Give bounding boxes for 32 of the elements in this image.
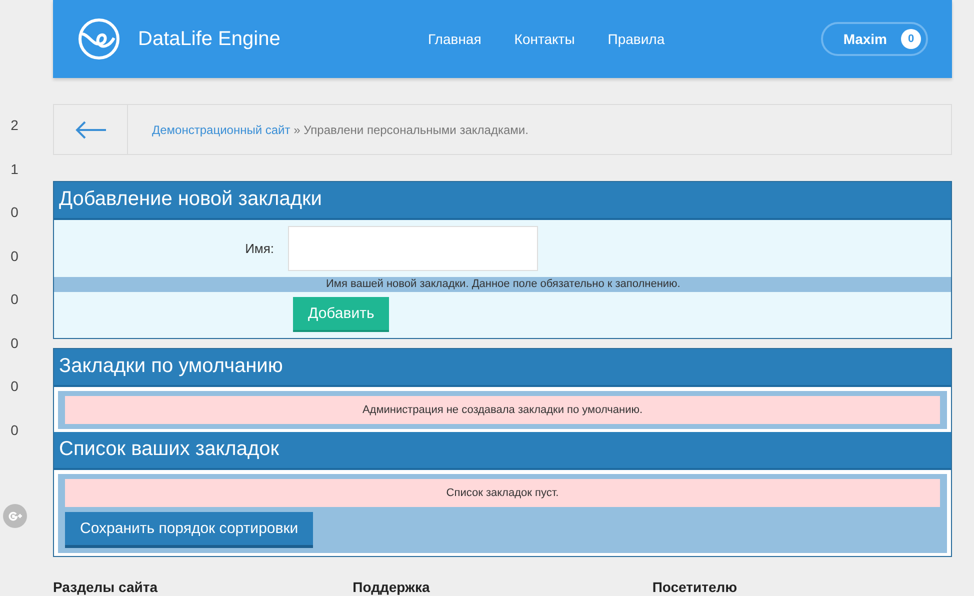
panel-title: Добавление новой закладки [54,182,951,220]
field-label: Имя: [244,241,275,256]
name-input-field[interactable] [288,226,538,271]
panel-title: Список ваших закладок [54,432,951,470]
back-arrow-icon [74,120,106,138]
nav-link[interactable]: Контакты [514,31,575,47]
count-label: 0 [10,377,20,396]
breadcrumb-link[interactable]: Демонстрационный сайт [152,122,290,136]
breadcrumb-text: Демонстрационный сайт » Управлени персональными закладками. [151,122,528,136]
google-plus-icon[interactable] [3,504,27,528]
logo-icon [78,18,120,60]
count-label: 0 [10,420,20,440]
count-label: 0 [10,334,20,352]
count-label: 2 [10,116,20,135]
count-label: 1 [10,160,20,178]
site-logo[interactable]: DataLife Engine [138,28,280,50]
count-label: 0 [10,246,20,266]
save-order-button[interactable]: Сохранить порядок сортировки [65,512,314,548]
info-message: Список закладок пуст. [65,479,940,507]
count-badge: 0 [901,29,921,49]
nav-link[interactable]: Главная [428,31,482,47]
info-message: Администрация не создавала закладки по умолчанию. [65,396,940,424]
field-hint: Имя вашей новой закладки. Данное поле обязательно к заполнению. [54,277,951,292]
add-button[interactable]: Добавить [293,297,390,332]
count-label: 0 [10,203,20,222]
footer-heading: Посетителю [652,579,738,595]
count-label: 0 [10,290,20,309]
nav-link[interactable]: Правила [608,31,665,47]
user-button[interactable]: Maxim 0 [821,22,928,56]
footer-heading: Поддержка [352,579,431,595]
panel-title: Закладки по умолчанию [54,349,951,387]
footer-heading: Разделы сайта [53,579,159,595]
